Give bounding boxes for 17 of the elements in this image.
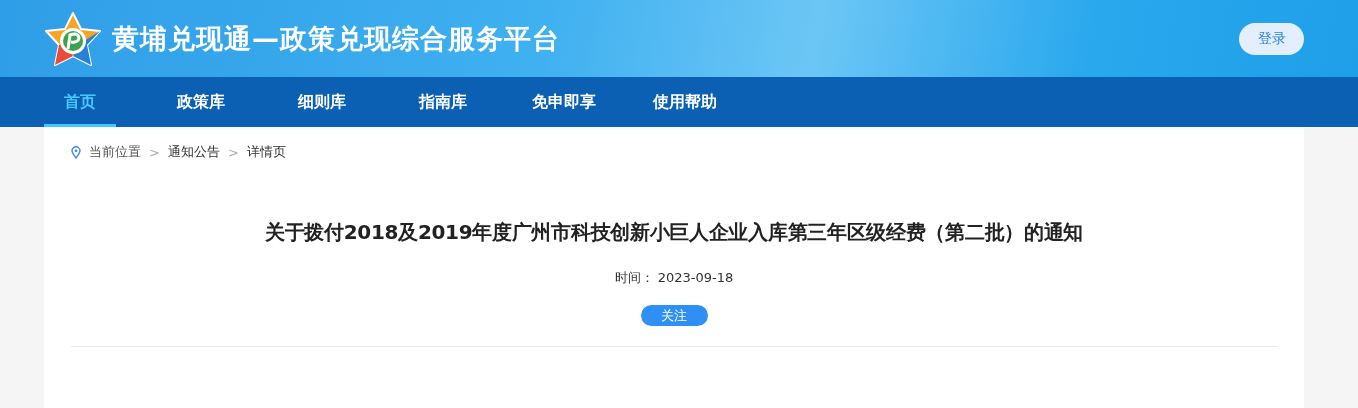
follow-button[interactable]: 关注 bbox=[640, 305, 708, 326]
star-logo-icon bbox=[44, 10, 102, 67]
article-title: 关于拨付2018及2019年度广州市科技创新小巨人企业入库第三年区级经费（第二批）的通知 bbox=[263, 219, 1085, 245]
nav-tab[interactable]: 免申即享 bbox=[528, 77, 600, 127]
location-pin-icon bbox=[71, 145, 81, 159]
nav-tab[interactable]: 政策库 bbox=[165, 77, 237, 127]
login-button[interactable]: 登录 bbox=[1239, 22, 1304, 55]
nav-tab[interactable]: 指南库 bbox=[407, 77, 479, 127]
breadcrumb-separator: > bbox=[149, 144, 160, 160]
breadcrumb-separator: > bbox=[227, 144, 239, 160]
publish-time: 时间： 2023-09-18 bbox=[613, 269, 735, 287]
breadcrumb-link[interactable]: 详情页 bbox=[246, 143, 286, 161]
nav-tab[interactable]: 使用帮助 bbox=[649, 77, 721, 127]
breadcrumb-link[interactable]: 通知公告 bbox=[167, 143, 220, 161]
nav-tab[interactable]: 细则库 bbox=[286, 77, 358, 127]
site-title: 黄埔兑现通—政策兑现综合服务平台 bbox=[112, 21, 560, 56]
breadcrumb-label: 当前位置 bbox=[89, 143, 141, 161]
